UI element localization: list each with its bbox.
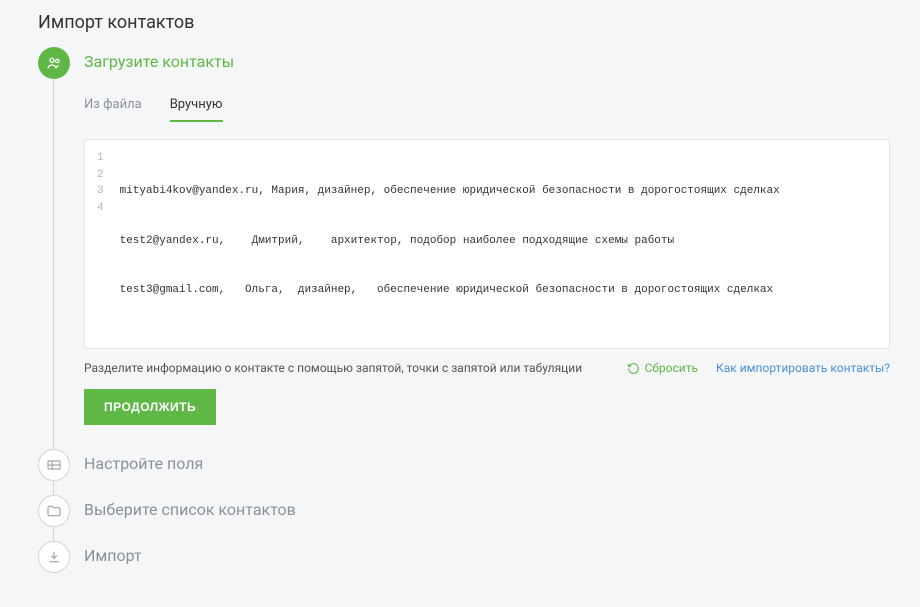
line-number: 1 [97, 150, 104, 167]
line-numbers: 1 2 3 4 [85, 140, 112, 348]
step-title-upload: Загрузите контакты [84, 47, 890, 71]
help-link[interactable]: Как импортировать контакты? [716, 361, 890, 375]
reset-button[interactable]: Сбросить [627, 361, 698, 375]
users-icon [38, 47, 70, 79]
tab-manual[interactable]: Вручную [170, 89, 223, 122]
step-title-list: Выберите список контактов [84, 495, 890, 519]
continue-button[interactable]: ПРОДОЛЖИТЬ [84, 389, 216, 425]
table-icon [38, 449, 70, 481]
step-fields: Настройте поля [38, 449, 890, 495]
code-editor[interactable]: 1 2 3 4 mityabi4kov@yandex.ru, Мария, ди… [84, 139, 890, 349]
step-title-import: Импорт [84, 541, 890, 565]
code-line [120, 332, 881, 349]
line-number: 2 [97, 167, 104, 184]
helper-row: Разделите информацию о контакте с помощь… [84, 361, 890, 375]
step-title-fields: Настройте поля [84, 449, 890, 473]
code-line: mityabi4kov@yandex.ru, Мария, дизайнер, … [120, 183, 881, 200]
tab-file[interactable]: Из файла [84, 89, 142, 122]
code-line: test2@yandex.ru, Дмитрий, архитектор, по… [120, 233, 881, 250]
step-list: Выберите список контактов [38, 495, 890, 541]
helper-text: Разделите информацию о контакте с помощь… [84, 361, 582, 375]
tabs: Из файла Вручную [84, 89, 890, 123]
reset-icon [627, 362, 640, 375]
step-upload: Загрузите контакты Из файла Вручную 1 2 … [38, 47, 890, 449]
helper-actions: Сбросить Как импортировать контакты? [627, 361, 890, 375]
step-import: Импорт [38, 541, 890, 587]
download-icon [38, 541, 70, 573]
page-title: Импорт контактов [38, 12, 890, 33]
line-number: 4 [97, 200, 104, 217]
steps-wizard: Загрузите контакты Из файла Вручную 1 2 … [38, 47, 890, 587]
code-area[interactable]: mityabi4kov@yandex.ru, Мария, дизайнер, … [112, 140, 889, 348]
line-number: 3 [97, 183, 104, 200]
code-line: test3@gmail.com, Ольга, дизайнер, обеспе… [120, 282, 881, 299]
reset-label: Сбросить [645, 361, 698, 375]
step-connector [53, 79, 54, 469]
folder-icon [38, 495, 70, 527]
